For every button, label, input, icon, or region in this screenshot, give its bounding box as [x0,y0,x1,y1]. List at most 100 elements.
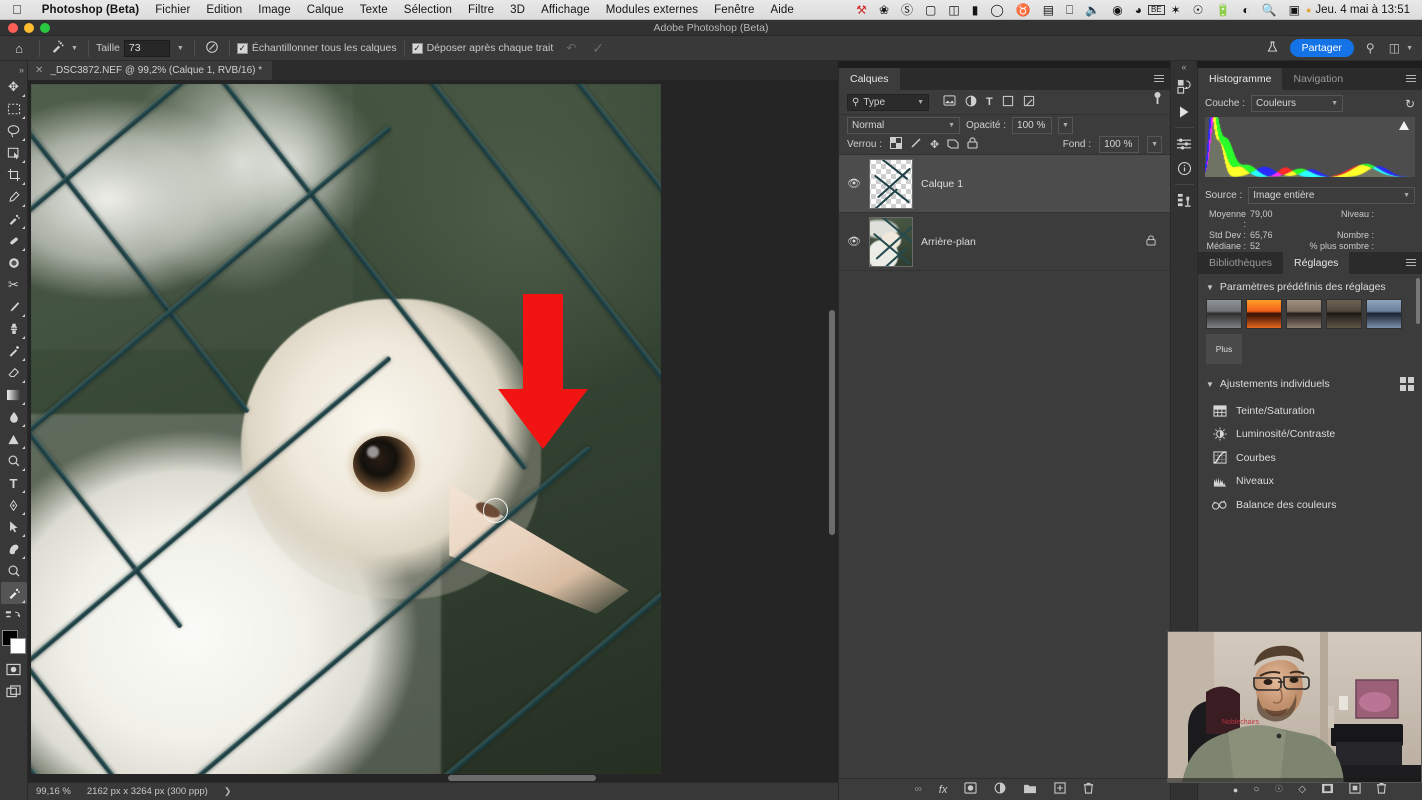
tool-crop[interactable] [1,164,27,186]
bluetooth-icon[interactable]: ✶ [1165,4,1187,16]
headphone-icon[interactable]: ◕ [1129,4,1148,16]
menu-aide[interactable]: Aide [762,4,801,16]
tool-clone-stamp[interactable] [1,318,27,340]
fill-input[interactable]: 100 % [1099,136,1140,153]
layer-name[interactable]: Arrière-plan [921,236,1138,248]
spot-healing-brush-icon[interactable] [47,39,68,57]
stroke-path-icon[interactable]: ○ [1253,784,1259,795]
opacity-input[interactable]: 100 % [1012,116,1053,134]
lock-image-icon[interactable] [910,137,922,152]
fill-chevron-down-icon[interactable]: ▼ [1147,136,1162,153]
close-icon[interactable]: ✕ [35,65,43,76]
chevron-down-icon[interactable]: ▼ [1403,192,1410,199]
layer-mask-icon[interactable] [964,782,977,797]
tool-zoom[interactable] [1,450,27,472]
screen-record-icon[interactable]: ▢ [919,4,942,16]
new-group-icon[interactable] [1023,783,1037,797]
delete-path-icon[interactable] [1376,782,1387,797]
tool-spot-healing-active[interactable] [0,582,27,604]
tool-lasso[interactable] [1,120,27,142]
panel-menu-icon[interactable] [1154,75,1164,84]
adjustment-filter-icon[interactable] [965,95,977,110]
tool-shape[interactable] [1,538,27,560]
brush-size-control[interactable]: Taille 73 ▼ [96,39,187,57]
home-icon[interactable]: ⌂ [6,41,32,56]
menu-selection[interactable]: Sélection [396,4,460,16]
tab-navigation[interactable]: Navigation [1282,68,1355,90]
preset-thumb-2[interactable] [1286,299,1322,329]
adjustment-levels[interactable]: Niveaux [1198,470,1422,494]
layer-filter-type-select[interactable]: ⚲ Type ▼ [847,93,929,111]
layer-visibility-toggle[interactable]: 👁 [847,235,861,248]
tool-move[interactable]: ✥ [1,76,27,98]
tool-gradient[interactable] [1,384,27,406]
battery-vertical-icon[interactable]: ▮ [966,4,985,16]
menu-texte[interactable]: Texte [352,4,396,16]
menu-fenetre[interactable]: Fenêtre [706,4,762,16]
tool-eyedropper[interactable] [1,186,27,208]
binoculars-icon[interactable]: ♉ [1010,4,1037,16]
menu-calque[interactable]: Calque [299,4,352,16]
preset-thumb-1[interactable] [1246,299,1282,329]
layer-row-arriere-plan[interactable]: 👁 Arrière-plan [839,213,1170,271]
adjustments-scrollbar[interactable] [1416,278,1420,324]
document-image[interactable] [31,84,661,774]
chevron-right-icon[interactable]: ❯ [224,786,232,797]
search-icon[interactable]: 🔍 [1256,4,1283,16]
tool-object-selection[interactable] [1,142,27,164]
brush-settings-icon[interactable] [202,40,222,57]
new-path-icon[interactable] [1349,782,1361,797]
share-button[interactable]: Partager [1289,38,1354,58]
menu-photoshop[interactable]: Photoshop (Beta) [34,4,147,16]
tool-spot-healing-brush[interactable] [1,208,27,230]
do-not-disturb-icon[interactable]: Ⓢ [895,4,919,16]
color-swatches[interactable] [1,630,27,656]
flask-icon[interactable] [1263,40,1282,57]
tool-zoom-magnifier[interactable] [1,560,27,582]
menu-filtre[interactable]: Filtre [460,4,502,16]
individual-section-header[interactable]: ▼ Ajustements individuels [1198,370,1422,397]
layer-row-calque-1[interactable]: 👁 Calque 1 [839,155,1170,213]
menu-3d[interactable]: 3D [502,4,533,16]
quick-mask-icon[interactable] [1,658,27,680]
battery-icon[interactable]: 🔋 [1209,4,1236,16]
butterfly-icon[interactable]: ❀ [873,4,895,16]
display-icon[interactable]: ⎕ [1060,4,1079,16]
smartobject-filter-icon[interactable] [1023,95,1035,110]
tab-histogramme[interactable]: Histogramme [1198,68,1283,90]
pixel-filter-icon[interactable] [943,95,956,109]
tab-calques[interactable]: Calques [839,68,900,90]
panel-menu-icon[interactable] [1406,259,1416,268]
lock-artboard-icon[interactable] [947,137,959,152]
tool-blur[interactable] [1,406,27,428]
search-icon[interactable]: ⚲ [1363,41,1378,55]
layer-visibility-toggle[interactable]: 👁 [847,177,861,190]
type-filter-icon[interactable]: T [986,96,993,108]
sample-all-layers-option[interactable]: ✓ Échantillonner tous les calques [236,42,397,54]
tool-history-brush[interactable] [1,340,27,362]
brush-size-input[interactable]: 73 [123,39,170,57]
grid-view-icon[interactable] [1400,377,1414,391]
menu-image[interactable]: Image [250,4,298,16]
drop-each-stroke-checkbox[interactable]: ✓ [411,42,423,54]
fill-path-icon[interactable]: ● [1233,785,1238,795]
shape-filter-icon[interactable] [1002,95,1014,110]
drop-each-stroke-option[interactable]: ✓ Déposer après chaque trait [411,42,553,54]
adjustment-curves[interactable]: Courbes [1198,446,1422,470]
document-tab[interactable]: ✕ _DSC3872.NEF @ 99,2% (Calque 1, RVB/16… [28,61,274,80]
warning-triangle-icon[interactable] [1399,121,1409,130]
menu-fichier[interactable]: Fichier [147,4,198,16]
tool-type[interactable]: T [1,472,27,494]
chevron-down-icon[interactable]: ▼ [174,45,187,52]
chevron-down-icon[interactable]: ▼ [1331,100,1338,107]
actions-icon[interactable] [1171,188,1197,213]
preset-thumb-4[interactable] [1366,299,1402,329]
apple-logo-icon[interactable]:  [12,3,22,16]
control-center-icon[interactable]: ▣ [1283,4,1306,16]
tool-eraser[interactable] [1,362,27,384]
adjustments-icon[interactable] [1171,131,1197,156]
info-icon[interactable] [1171,156,1197,181]
presets-section-header[interactable]: ▼ Paramètres prédéfinis des réglages [1198,274,1422,299]
checkmark-icon[interactable]: ✓ [589,40,607,57]
lock-all-icon[interactable] [967,137,978,152]
